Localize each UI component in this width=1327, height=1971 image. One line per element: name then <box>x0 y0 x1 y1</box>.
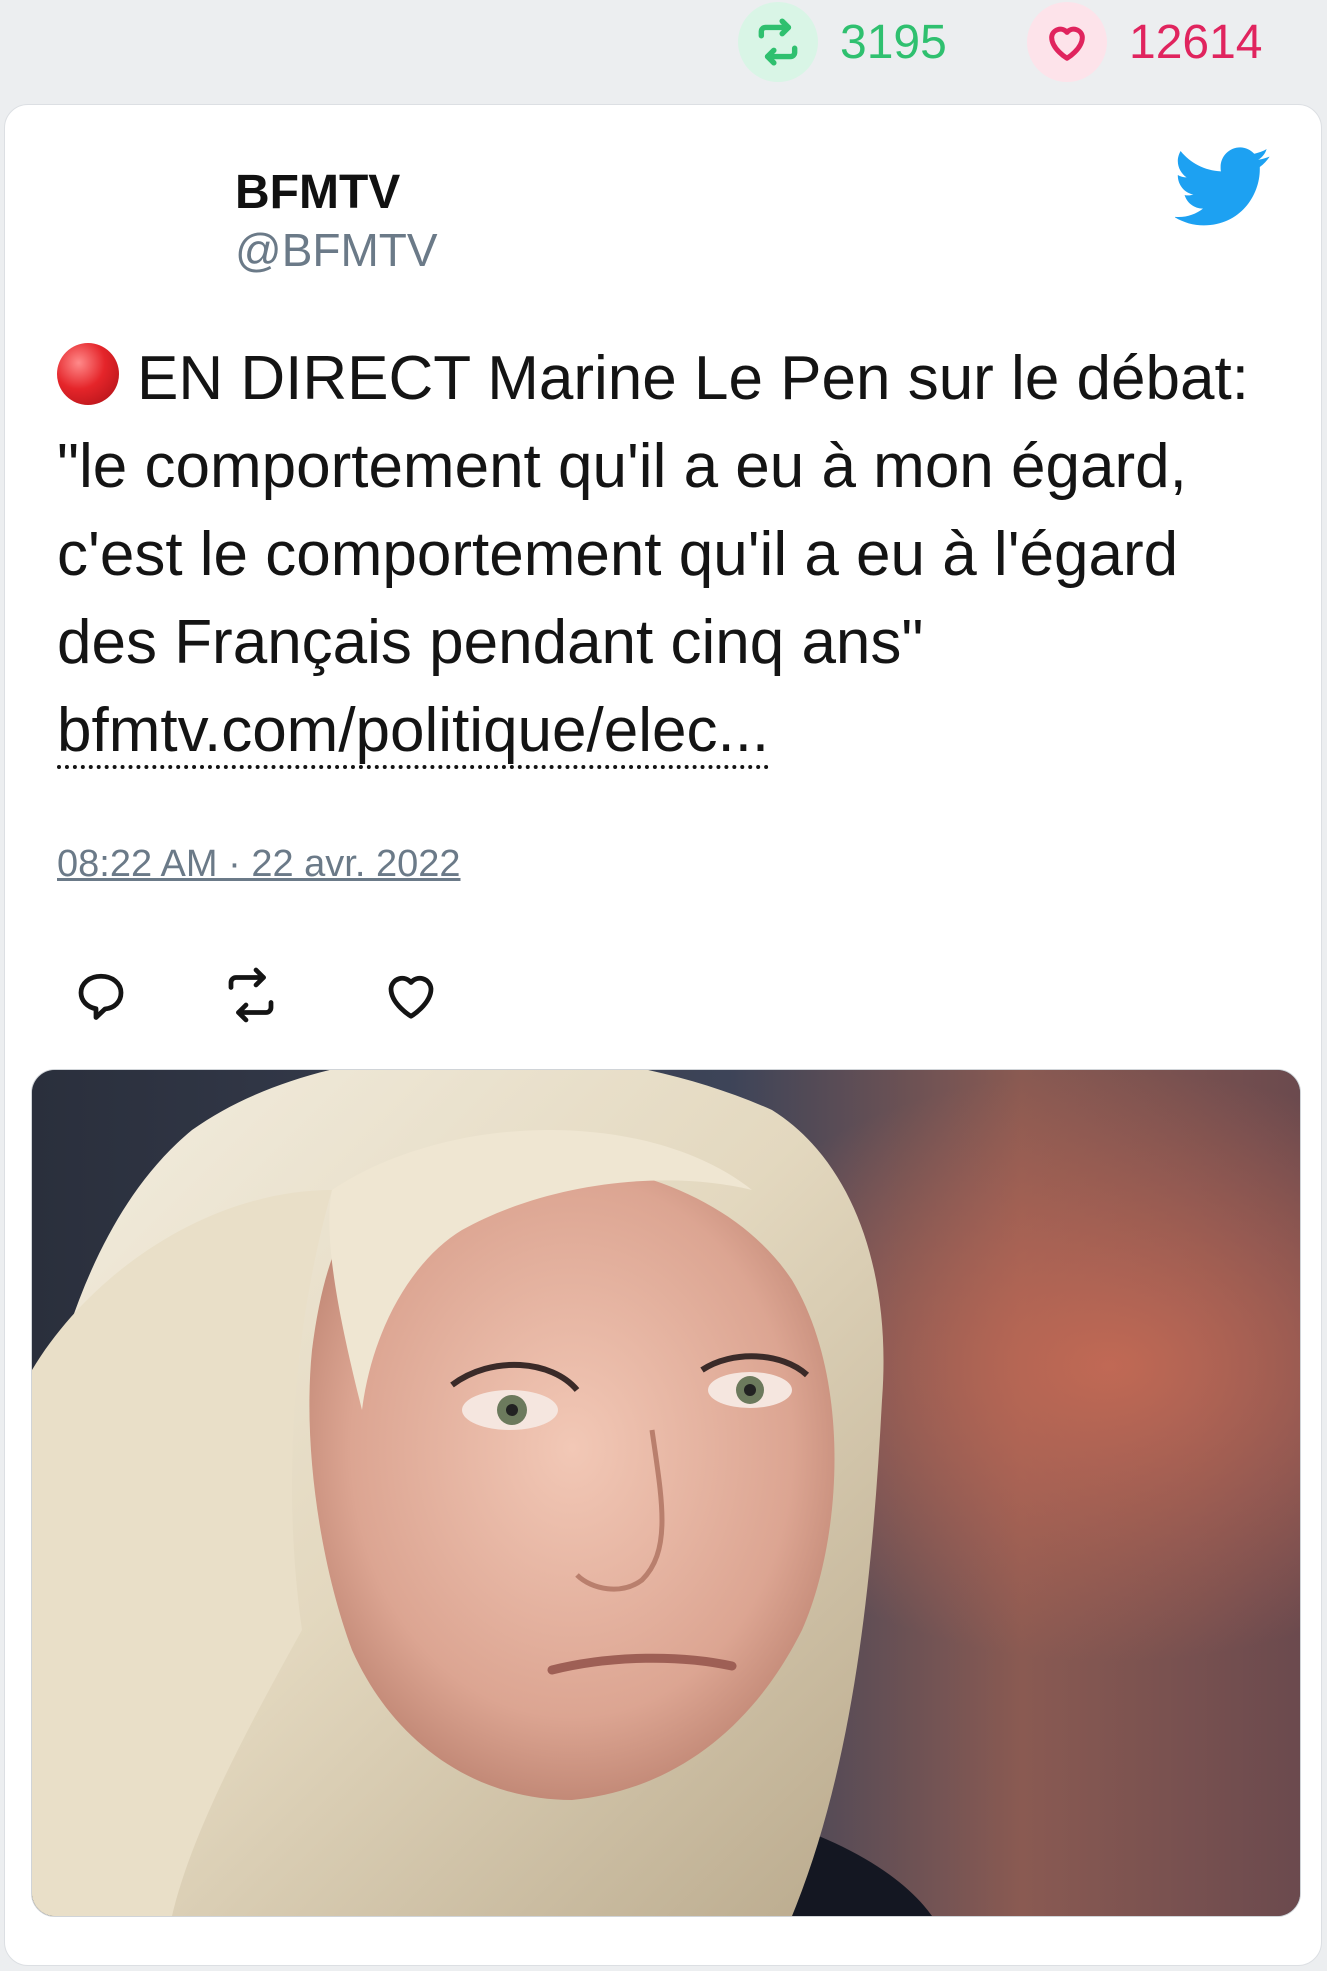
retweet-action-icon[interactable] <box>221 965 281 1025</box>
twitter-bird-icon[interactable] <box>1175 147 1271 227</box>
tweet-text: EN DIRECT Marine Le Pen sur le débat: "l… <box>57 344 1249 677</box>
like-action-icon[interactable] <box>381 965 441 1025</box>
tweet-card: BFMTV @BFMTV EN DIRECT Marine Le Pen sur… <box>4 104 1322 1966</box>
tweet-photo[interactable] <box>31 1069 1301 1917</box>
heart-icon <box>1027 2 1107 82</box>
author-handle[interactable]: @BFMTV <box>235 223 438 277</box>
author-display-name[interactable]: BFMTV <box>235 165 400 220</box>
like-count-stat[interactable]: 12614 <box>1027 0 1262 84</box>
tweet-timestamp[interactable]: 08:22 AM · 22 avr. 2022 <box>57 843 461 886</box>
retweet-icon <box>738 2 818 82</box>
tweet-link[interactable]: bfmtv.com/politique/elec... <box>57 696 770 769</box>
like-count: 12614 <box>1129 15 1263 69</box>
red-circle-icon <box>57 343 119 405</box>
portrait-photo <box>32 1070 1300 1916</box>
retweet-count: 3195 <box>840 15 947 69</box>
stats-bar: 3195 12614 <box>0 0 1327 104</box>
reply-icon[interactable] <box>71 965 131 1025</box>
retweet-count-stat[interactable]: 3195 <box>738 0 947 84</box>
tweet-body: EN DIRECT Marine Le Pen sur le débat: "l… <box>57 335 1287 775</box>
